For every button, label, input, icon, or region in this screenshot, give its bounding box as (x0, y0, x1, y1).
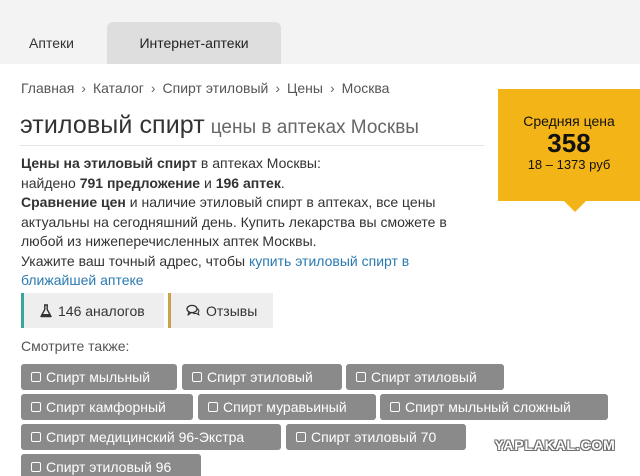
breadcrumb-home[interactable]: Главная (21, 80, 74, 96)
tab-pharmacies[interactable]: Аптеки (0, 22, 103, 64)
related-tag[interactable]: Спирт мыльный (21, 364, 177, 390)
breadcrumb-separator: › (275, 80, 281, 96)
related-tag[interactable]: Спирт этиловый 96 (21, 454, 201, 476)
checkbox-icon (31, 462, 41, 472)
breadcrumb-city[interactable]: Москва (342, 80, 390, 96)
description-heading: Цены на этиловый спирт (21, 155, 198, 171)
tab-bar: Аптеки Интернет-аптеки (0, 0, 640, 64)
description-text: Укажите ваш точный адрес, чтобы (21, 252, 249, 269)
description: Цены на этиловый спирт в аптеках Москвы:… (21, 154, 481, 291)
comments-icon (186, 304, 200, 316)
average-price-value: 358 (547, 128, 591, 158)
analogs-button[interactable]: 146 аналогов (21, 293, 164, 328)
title-divider (20, 145, 484, 146)
checkbox-icon (356, 372, 366, 382)
breadcrumb-product[interactable]: Спирт этиловый (163, 80, 269, 96)
offers-count: 791 предложение (79, 174, 201, 191)
flask-icon (40, 303, 52, 317)
breadcrumb: Главная › Каталог › Спирт этиловый › Цены › Моск… (21, 80, 389, 96)
related-tag[interactable]: Спирт мыльный сложный (380, 394, 608, 420)
page-title-subtitle: цены в аптеках Москвы (210, 117, 419, 138)
related-tag-label: Спирт этиловый 70 (311, 429, 437, 445)
related-tag[interactable]: Спирт этиловый 70 (286, 424, 466, 450)
checkbox-icon (390, 402, 400, 412)
watermark-logo: YAPLAKAL.COM (494, 437, 616, 453)
related-tag-label: Спирт муравьиный (223, 399, 347, 415)
description-text: в аптеках Москвы: (197, 155, 321, 171)
related-tag[interactable]: Спирт этиловый (182, 364, 342, 390)
related-tag[interactable]: Спирт муравьиный (198, 394, 376, 420)
related-tag-label: Спирт медицинский 96-Экстра (46, 429, 245, 445)
reviews-label: Отзывы (206, 302, 258, 319)
checkbox-icon (31, 402, 41, 412)
pharmacies-count: 196 аптек (215, 174, 281, 191)
compare-heading: Сравнение цен (21, 194, 126, 210)
page-title-main: этиловый спирт (20, 111, 205, 139)
price-range: 18 – 1373 руб (527, 157, 611, 172)
checkbox-icon (31, 372, 41, 382)
checkbox-icon (208, 402, 218, 412)
breadcrumb-prices[interactable]: Цены (287, 80, 323, 96)
checkbox-icon (31, 432, 41, 442)
description-text: и (200, 174, 216, 191)
description-text: . (280, 174, 285, 191)
related-tag-label: Спирт камфорный (46, 399, 166, 415)
description-text: найдено (21, 174, 80, 191)
related-tag-label: Спирт этиловый (207, 369, 313, 385)
related-tag-label: Спирт этиловый (371, 369, 477, 385)
breadcrumb-catalog[interactable]: Каталог (93, 80, 144, 96)
breadcrumb-separator: › (81, 80, 86, 96)
average-price-label: Средняя цена (523, 113, 615, 129)
breadcrumb-separator: › (329, 80, 335, 96)
checkbox-icon (192, 372, 202, 382)
related-tag[interactable]: Спирт медицинский 96-Экстра (21, 424, 281, 450)
analogs-label: 146 аналогов (58, 302, 145, 319)
related-tag[interactable]: Спирт камфорный (21, 394, 193, 420)
breadcrumb-separator: › (150, 80, 156, 96)
page-title: этиловый спирт цены в аптеках Москвы (20, 111, 419, 140)
related-tag-label: Спирт мыльный (46, 369, 151, 385)
related-tag-label: Спирт мыльный сложный (405, 399, 571, 415)
average-price-box: Средняя цена 358 18 – 1373 руб (498, 89, 640, 212)
see-also-label: Смотрите также: (21, 338, 130, 354)
reviews-button[interactable]: Отзывы (168, 293, 273, 328)
checkbox-icon (296, 432, 306, 442)
related-tag[interactable]: Спирт этиловый (346, 364, 504, 390)
tab-online-pharmacies[interactable]: Интернет-аптеки (107, 22, 281, 64)
related-tag-label: Спирт этиловый 96 (46, 459, 172, 475)
